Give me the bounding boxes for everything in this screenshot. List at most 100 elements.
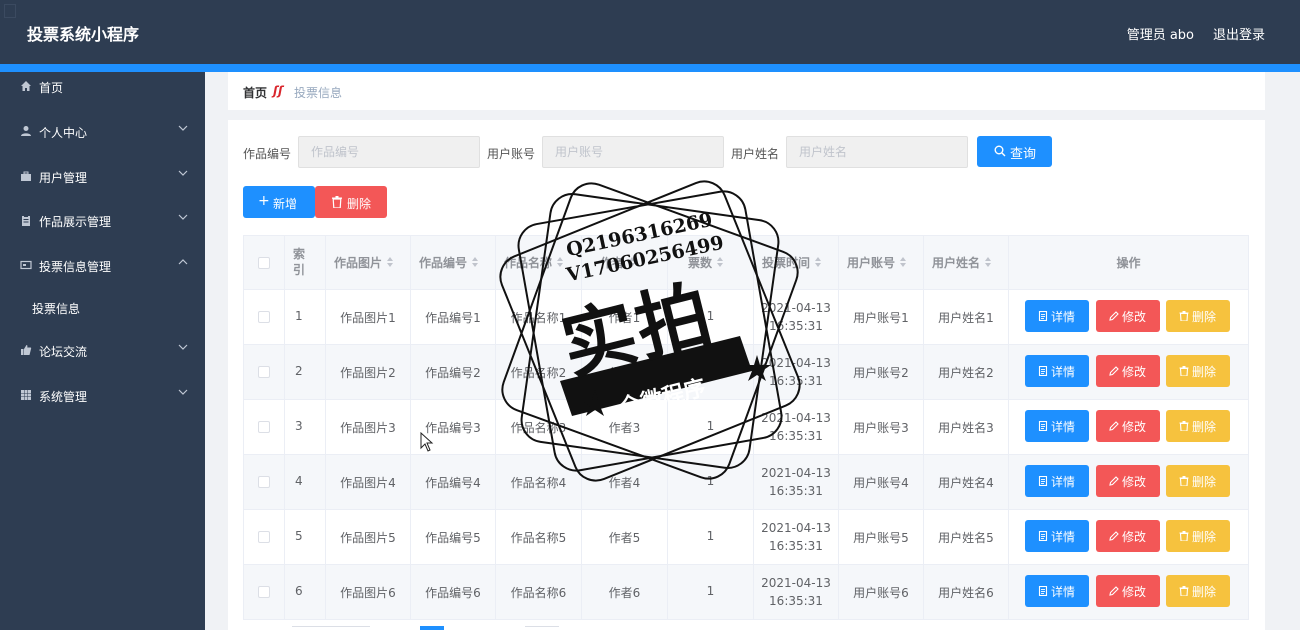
detail-button[interactable]: 详情 bbox=[1025, 410, 1089, 442]
accent-bar bbox=[0, 64, 1300, 72]
cell-votes: 1 bbox=[706, 364, 715, 378]
detail-button[interactable]: 详情 bbox=[1025, 465, 1089, 497]
header-time[interactable]: 投票时间 bbox=[754, 236, 839, 290]
edit-button[interactable]: 修改 bbox=[1096, 520, 1160, 552]
row-checkbox[interactable] bbox=[258, 531, 270, 543]
sidebar-item-system[interactable]: 系统管理 bbox=[0, 381, 205, 411]
header-author[interactable]: 作者 bbox=[582, 236, 668, 290]
pager-current-page[interactable] bbox=[420, 626, 444, 630]
cell-account: 用户账号6 bbox=[853, 586, 909, 600]
vote-table: 索引 作品图片 作品编号 作品名称 作者 票数 投票时间 用户账号 用户姓名 操… bbox=[243, 235, 1249, 620]
table-cell: 作品编号4 bbox=[411, 455, 496, 510]
sidebar-item-home[interactable]: 首页 bbox=[0, 72, 205, 102]
delete-button[interactable]: 删除 bbox=[1166, 300, 1230, 332]
row-checkbox[interactable] bbox=[258, 476, 270, 488]
delete-button-label: 删除 bbox=[1192, 530, 1217, 544]
batch-delete-button[interactable]: 删除 bbox=[315, 186, 387, 218]
cell-date: 2021-04-13 bbox=[761, 466, 831, 480]
cell-votes: 1 bbox=[706, 529, 715, 543]
cell-name: 作品名称5 bbox=[510, 531, 567, 545]
edit-button[interactable]: 修改 bbox=[1096, 465, 1160, 497]
row-checkbox[interactable] bbox=[258, 311, 270, 323]
sort-icon bbox=[629, 257, 635, 267]
sidebar-item-users[interactable]: 用户管理 bbox=[0, 162, 205, 192]
sidebar-item-label: 用户管理 bbox=[39, 171, 88, 185]
trash-icon bbox=[1179, 311, 1189, 321]
sort-icon bbox=[472, 257, 478, 267]
header-label: 作者 bbox=[600, 256, 625, 270]
sidebar-item-label: 论坛交流 bbox=[39, 345, 88, 359]
delete-button[interactable]: 删除 bbox=[1166, 410, 1230, 442]
pager-jump-input[interactable] bbox=[525, 626, 559, 630]
pager-size-select[interactable] bbox=[292, 626, 370, 630]
sidebar-subitem-vote-info[interactable]: 投票信息 bbox=[0, 293, 205, 323]
edit-button[interactable]: 修改 bbox=[1096, 355, 1160, 387]
table-row: 1 作品图片1 作品编号1 作品名称1 作者1 1 2021-04-13 16:35:31 用户… bbox=[244, 290, 1248, 345]
header-votes[interactable]: 票数 bbox=[668, 236, 754, 290]
query-button[interactable]: 查询 bbox=[977, 136, 1052, 167]
table-cell: 用户姓名1 bbox=[924, 290, 1009, 345]
table-cell: 详情 修改 删除 bbox=[1009, 455, 1248, 510]
table-cell: 1 bbox=[668, 455, 754, 510]
detail-button-label: 详情 bbox=[1051, 530, 1076, 544]
edit-button[interactable]: 修改 bbox=[1096, 575, 1160, 607]
breadcrumb-home[interactable]: 首页 bbox=[243, 84, 267, 101]
table-cell: 1 bbox=[668, 565, 754, 619]
detail-button[interactable]: 详情 bbox=[1025, 300, 1089, 332]
header-username[interactable]: 用户姓名 bbox=[924, 236, 1009, 290]
search-input-code[interactable] bbox=[298, 136, 480, 168]
cell-author: 作者3 bbox=[608, 421, 641, 435]
edit-button-label: 修改 bbox=[1122, 530, 1147, 544]
table-cell: 5 bbox=[285, 510, 326, 565]
table-cell: 作者2 bbox=[582, 345, 668, 400]
header-label: 索引 bbox=[293, 247, 306, 277]
trash-icon bbox=[1179, 366, 1189, 376]
detail-button[interactable]: 详情 bbox=[1025, 355, 1089, 387]
edit-button[interactable]: 修改 bbox=[1096, 300, 1160, 332]
sidebar-item-label: 个人中心 bbox=[39, 126, 88, 140]
header-image[interactable]: 作品图片 bbox=[326, 236, 411, 290]
table-cell: 作品图片5 bbox=[326, 510, 411, 565]
cell-index: 2 bbox=[295, 364, 303, 378]
table-cell: 作品编号1 bbox=[411, 290, 496, 345]
window-corner-icon bbox=[4, 4, 16, 18]
row-checkbox[interactable] bbox=[258, 586, 270, 598]
sidebar-item-works[interactable]: 作品展示管理 bbox=[0, 206, 205, 236]
cell-image: 作品图片1 bbox=[340, 311, 396, 325]
select-all-checkbox[interactable] bbox=[258, 257, 270, 269]
table-cell: 1 bbox=[285, 290, 326, 345]
detail-button[interactable]: 详情 bbox=[1025, 575, 1089, 607]
header-code[interactable]: 作品编号 bbox=[411, 236, 496, 290]
cell-vote-time: 2021-04-13 16:35:31 bbox=[754, 519, 838, 555]
cell-time: 16:35:31 bbox=[769, 594, 823, 608]
search-input-account[interactable] bbox=[542, 136, 724, 168]
table-cell: 作品名称3 bbox=[496, 400, 582, 455]
cell-image: 作品图片6 bbox=[340, 586, 396, 600]
table-cell bbox=[244, 455, 285, 510]
header-index: 索引 bbox=[285, 236, 326, 290]
sidebar-item-votes[interactable]: 投票信息管理 bbox=[0, 251, 205, 281]
sidebar-item-personal[interactable]: 个人中心 bbox=[0, 117, 205, 147]
delete-button[interactable]: 删除 bbox=[1166, 520, 1230, 552]
trash-icon bbox=[1179, 586, 1189, 596]
header-account[interactable]: 用户账号 bbox=[839, 236, 924, 290]
delete-button[interactable]: 删除 bbox=[1166, 465, 1230, 497]
pencil-icon bbox=[1109, 366, 1119, 376]
row-checkbox[interactable] bbox=[258, 421, 270, 433]
header-name[interactable]: 作品名称 bbox=[496, 236, 582, 290]
sidebar-item-forum[interactable]: 论坛交流 bbox=[0, 336, 205, 366]
logout-link[interactable]: 退出登录 bbox=[1213, 24, 1265, 43]
edit-button[interactable]: 修改 bbox=[1096, 410, 1160, 442]
table-cell: 作品名称6 bbox=[496, 565, 582, 619]
search-input-username[interactable] bbox=[786, 136, 968, 168]
detail-button[interactable]: 详情 bbox=[1025, 520, 1089, 552]
delete-button[interactable]: 删除 bbox=[1166, 575, 1230, 607]
row-checkbox[interactable] bbox=[258, 366, 270, 378]
search-label-account: 用户账号 bbox=[487, 147, 536, 161]
cell-username: 用户姓名3 bbox=[938, 421, 994, 435]
cell-name: 作品名称2 bbox=[510, 366, 567, 380]
cell-account: 用户账号5 bbox=[853, 531, 909, 545]
cell-index: 4 bbox=[295, 474, 303, 488]
add-button[interactable]: + 新增 bbox=[243, 186, 315, 218]
delete-button[interactable]: 删除 bbox=[1166, 355, 1230, 387]
